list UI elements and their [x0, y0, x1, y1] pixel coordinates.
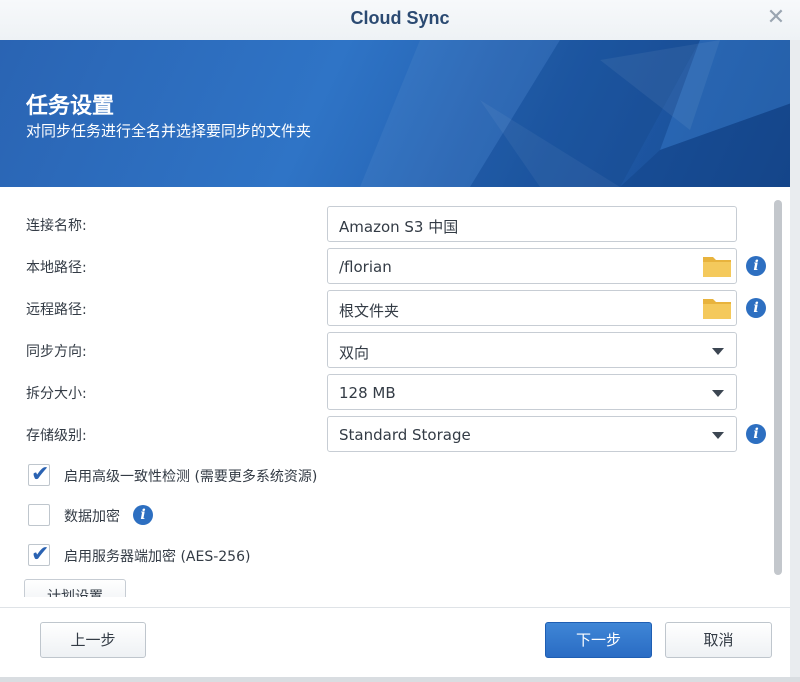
remote-path-label: 远程路径:	[26, 302, 87, 318]
info-icon[interactable]: i	[133, 505, 153, 525]
cancel-button[interactable]: 取消	[665, 622, 772, 658]
local-path-value: /florian	[339, 258, 392, 276]
banner-subtitle: 对同步任务进行全名并选择要同步的文件夹	[26, 122, 312, 140]
local-path-input[interactable]: /florian	[327, 248, 737, 284]
local-path-row: 本地路径: /florian i	[0, 248, 790, 284]
consistency-check-label: 启用高级一致性检测 (需要更多系统资源)	[64, 469, 318, 485]
server-side-encryption-option[interactable]: ✔ 启用服务器端加密 (AES-256)	[0, 542, 790, 570]
next-button[interactable]: 下一步	[545, 622, 652, 658]
chevron-down-icon	[712, 348, 724, 355]
sync-direction-label: 同步方向:	[26, 344, 87, 360]
form-content: 连接名称: Amazon S3 中国 本地路径: /florian i 远程路径…	[0, 187, 790, 597]
data-encryption-label: 数据加密	[64, 509, 120, 525]
banner-decoration	[360, 40, 800, 187]
window-title: Cloud Sync	[350, 8, 450, 28]
storage-class-row: 存储级别: Standard Storage i	[0, 416, 790, 452]
dialog-footer: 上一步 下一步 取消	[0, 607, 790, 678]
part-size-value: 128 MB	[339, 384, 396, 402]
sync-direction-value: 双向	[339, 344, 370, 362]
info-icon[interactable]: i	[746, 256, 766, 276]
chevron-down-icon	[712, 390, 724, 397]
info-icon[interactable]: i	[746, 424, 766, 444]
local-path-label: 本地路径:	[26, 260, 87, 276]
schedule-settings-label: 计划设置	[47, 589, 103, 597]
window-edge	[790, 40, 800, 682]
schedule-settings-button[interactable]: 计划设置	[24, 579, 126, 597]
connection-name-label: 连接名称:	[26, 218, 87, 234]
storage-class-value: Standard Storage	[339, 426, 471, 444]
consistency-check-option[interactable]: ✔ 启用高级一致性检测 (需要更多系统资源)	[0, 462, 790, 490]
connection-name-row: 连接名称: Amazon S3 中国	[0, 206, 790, 242]
connection-name-value: Amazon S3 中国	[339, 218, 459, 236]
remote-path-input[interactable]: 根文件夹	[327, 290, 737, 326]
consistency-check-checkbox[interactable]: ✔	[28, 462, 50, 487]
connection-name-input[interactable]: Amazon S3 中国	[327, 206, 737, 242]
info-icon[interactable]: i	[746, 298, 766, 318]
window-edge	[0, 677, 800, 682]
title-bar: Cloud Sync ✕	[0, 0, 800, 41]
server-side-encryption-label: 启用服务器端加密 (AES-256)	[64, 549, 251, 565]
server-side-encryption-checkbox[interactable]: ✔	[28, 542, 50, 567]
scrollbar[interactable]	[774, 200, 782, 575]
banner-title: 任务设置	[26, 94, 115, 119]
close-icon[interactable]: ✕	[764, 6, 788, 30]
storage-class-select[interactable]: Standard Storage	[327, 416, 737, 452]
header-banner: 任务设置 对同步任务进行全名并选择要同步的文件夹	[0, 40, 800, 187]
folder-icon[interactable]	[702, 295, 732, 321]
part-size-label: 拆分大小:	[26, 386, 87, 402]
storage-class-label: 存储级别:	[26, 428, 87, 444]
part-size-select[interactable]: 128 MB	[327, 374, 737, 410]
part-size-row: 拆分大小: 128 MB	[0, 374, 790, 410]
previous-button[interactable]: 上一步	[40, 622, 146, 658]
remote-path-value: 根文件夹	[339, 302, 400, 320]
chevron-down-icon	[712, 432, 724, 439]
checkmark-icon: ✔	[31, 542, 50, 567]
checkmark-icon: ✔	[31, 462, 50, 487]
data-encryption-checkbox[interactable]	[28, 504, 50, 526]
data-encryption-option[interactable]: 数据加密 i	[0, 502, 790, 530]
sync-direction-select[interactable]: 双向	[327, 332, 737, 368]
sync-direction-row: 同步方向: 双向	[0, 332, 790, 368]
remote-path-row: 远程路径: 根文件夹 i	[0, 290, 790, 326]
folder-icon[interactable]	[702, 253, 732, 279]
